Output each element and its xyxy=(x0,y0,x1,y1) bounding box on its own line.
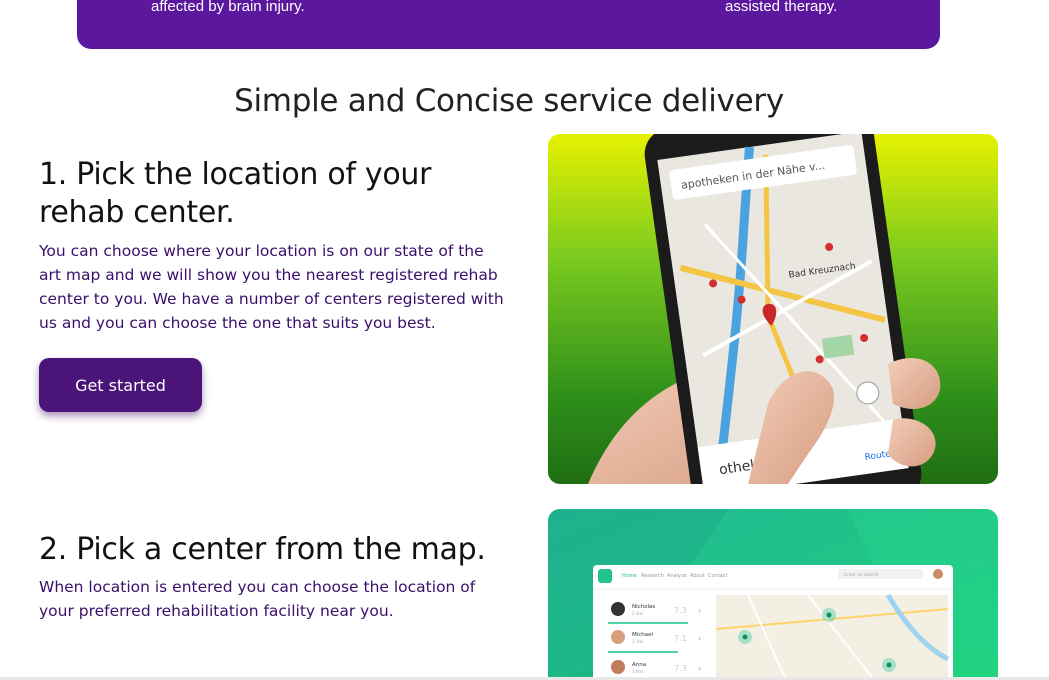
contact-sub-1: 2.4mi xyxy=(632,611,643,616)
contact-name-2: Michael xyxy=(632,632,654,638)
section-title: Simple and Concise service delivery xyxy=(234,83,784,119)
step-2-description: When location is entered you can choose … xyxy=(39,578,476,620)
svg-text:›: › xyxy=(698,634,701,643)
contact-sub-2: 3.1mi xyxy=(632,639,643,644)
contact-name-3: Anna xyxy=(632,662,646,668)
phone-map-photo: apotheken in der Nähe v... Bad Kreuznach… xyxy=(548,134,998,484)
banner-right-caption: assisted therapy. xyxy=(725,0,838,15)
contact-name-1: Nicholas xyxy=(632,604,655,610)
mockup-nav-contact: Contact xyxy=(708,573,727,579)
contact-sub-3: 1.6mi xyxy=(632,669,643,674)
mockup-search: Enter to search xyxy=(844,572,879,578)
mockup-nav-analyze: Analyze xyxy=(667,573,687,579)
step-2-heading: 2. Pick a center from the map. xyxy=(39,532,486,567)
app-mockup-image: Home Research Analyze About Contact Ente… xyxy=(548,509,998,680)
step-1-description: You can choose where your location is on… xyxy=(39,242,504,332)
feature-banner: affected by brain injury. assisted thera… xyxy=(77,0,940,49)
svg-text:›: › xyxy=(698,606,701,615)
mockup-nav-research: Research xyxy=(641,573,664,579)
page: affected by brain injury. assisted thera… xyxy=(0,0,1049,680)
get-started-button[interactable]: Get started xyxy=(39,358,202,412)
mockup-nav-about: About xyxy=(690,573,705,579)
mockup-nav-home: Home xyxy=(622,573,637,579)
step-1-heading: 1. Pick the location of your rehab cente… xyxy=(39,157,432,230)
banner-left-caption: affected by brain injury. xyxy=(151,0,305,15)
contact-score-2: 7.1 xyxy=(674,634,687,643)
contact-score-3: 7.3 xyxy=(674,664,687,673)
svg-text:›: › xyxy=(698,664,701,673)
contact-score-1: 7.3 xyxy=(674,606,687,615)
